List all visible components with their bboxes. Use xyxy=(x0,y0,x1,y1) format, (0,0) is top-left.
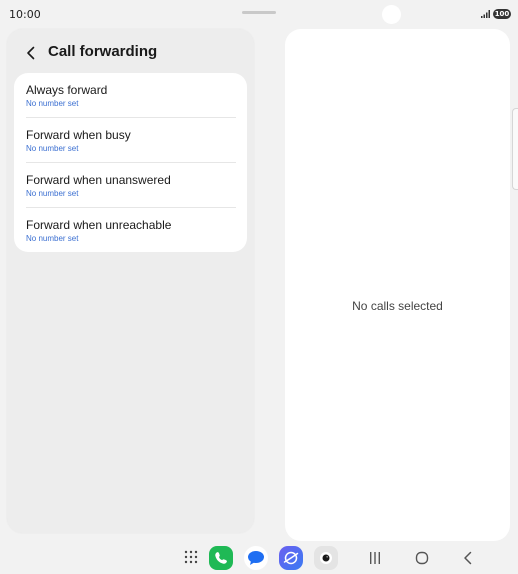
phone-app-icon[interactable] xyxy=(209,546,233,570)
item-subtitle: No number set xyxy=(26,189,79,198)
forwarding-options-card: Always forward No number set Forward whe… xyxy=(14,73,247,252)
battery-icon: 100 xyxy=(493,9,511,19)
window-drag-handle[interactable] xyxy=(242,11,276,14)
chevron-left-icon xyxy=(27,46,35,60)
camera-cutout xyxy=(382,5,401,24)
forward-when-busy-item[interactable]: Forward when busy No number set xyxy=(14,118,247,163)
back-icon[interactable] xyxy=(460,550,476,566)
edge-panel-handle[interactable] xyxy=(512,108,518,190)
forward-when-unanswered-item[interactable]: Forward when unanswered No number set xyxy=(14,163,247,208)
camera-lens-icon xyxy=(320,552,332,564)
call-forwarding-panel: Call forwarding Always forward No number… xyxy=(7,29,254,533)
phone-handset-icon xyxy=(215,552,227,564)
home-icon[interactable] xyxy=(414,550,430,566)
navigation-bar xyxy=(0,541,518,574)
planet-icon xyxy=(283,551,299,565)
camera-app-icon[interactable] xyxy=(314,546,338,570)
status-time: 10:00 xyxy=(9,8,41,21)
item-title: Forward when unanswered xyxy=(26,173,171,187)
page-title: Call forwarding xyxy=(48,43,158,60)
recent-apps-icon[interactable] xyxy=(367,551,383,565)
item-title: Forward when busy xyxy=(26,128,131,142)
item-subtitle: No number set xyxy=(26,99,79,108)
internet-app-icon[interactable] xyxy=(279,546,303,570)
status-bar: 10:00 100 xyxy=(0,0,518,28)
item-title: Forward when unreachable xyxy=(26,218,172,232)
empty-state-message: No calls selected xyxy=(352,299,443,313)
item-title: Always forward xyxy=(26,83,108,97)
detail-pane: No calls selected xyxy=(285,29,510,541)
forward-when-unreachable-item[interactable]: Forward when unreachable No number set xyxy=(14,208,247,252)
signal-icon xyxy=(481,10,490,18)
back-button[interactable] xyxy=(21,43,41,63)
always-forward-item[interactable]: Always forward No number set xyxy=(14,73,247,118)
messages-app-icon[interactable] xyxy=(244,546,268,570)
item-subtitle: No number set xyxy=(26,144,79,153)
item-subtitle: No number set xyxy=(26,234,79,243)
apps-grid-icon[interactable] xyxy=(183,549,199,565)
chat-bubble-icon xyxy=(248,551,264,565)
